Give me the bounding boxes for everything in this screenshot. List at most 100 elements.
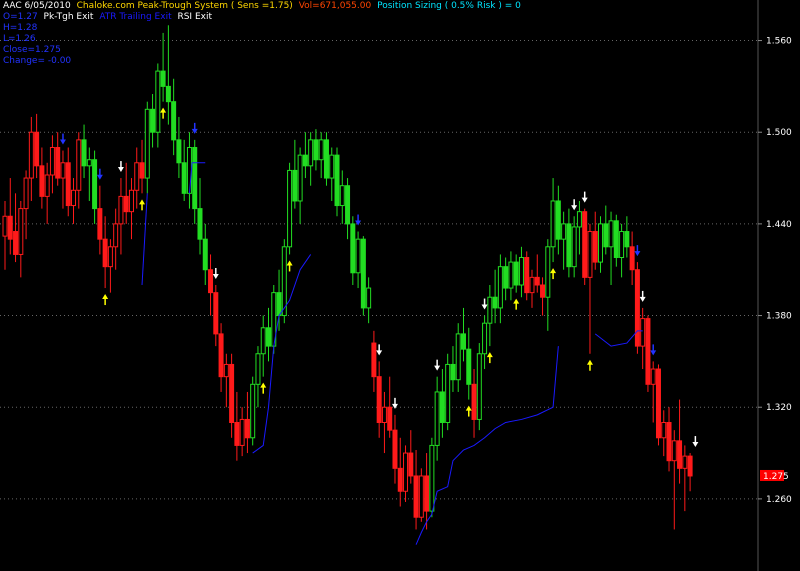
y-tick-label: 1.380 <box>766 312 792 322</box>
candle-body <box>102 238 108 268</box>
candle <box>582 208 588 285</box>
candle-body <box>518 257 524 286</box>
candle-body <box>334 154 340 207</box>
candle-body <box>165 85 171 103</box>
candle-body <box>176 139 182 164</box>
candle-body <box>455 333 461 381</box>
candle-body <box>381 406 387 424</box>
candle <box>418 468 424 522</box>
candle-body <box>529 276 535 294</box>
price-chart: 1.560 1.500 1.440 1.380 1.320 1.260 1.275 <box>0 0 800 571</box>
atr-trailing-exit-legend: ATR Trailing Exit <box>99 12 172 22</box>
change-label: Change= -0.00 <box>3 56 72 66</box>
candle-body <box>23 177 29 210</box>
y-tick-label: 1.560 <box>766 37 792 47</box>
candle-body <box>387 406 393 431</box>
candle-body <box>250 383 256 439</box>
candle-body <box>634 269 640 347</box>
candle-body <box>603 223 609 248</box>
candle-body <box>255 353 261 385</box>
candle-body <box>49 147 55 176</box>
candle-body <box>524 257 530 294</box>
close-label: Close=1.275 <box>3 45 61 55</box>
candle-body <box>534 276 540 286</box>
candle-body <box>466 348 472 385</box>
candle-body <box>13 231 19 255</box>
candle-body <box>655 368 661 439</box>
open-label: O=1.27 <box>3 12 38 22</box>
candle-body <box>81 139 87 167</box>
candle-body <box>150 108 156 133</box>
candle-body <box>71 189 77 207</box>
candle <box>445 353 451 431</box>
candle-body <box>545 246 551 298</box>
candle-body <box>34 131 40 167</box>
candle-body <box>197 208 203 240</box>
candle-body <box>608 220 614 248</box>
candle-body <box>171 101 177 141</box>
header-line-1: AAC 6/05/2010 Chaloke.com Peak-Trough Sy… <box>3 1 525 12</box>
candle-body <box>671 440 677 462</box>
candle-body <box>92 159 98 210</box>
candle-body <box>561 223 567 240</box>
candle-body <box>666 422 672 462</box>
candle-body <box>160 70 166 87</box>
candle-body <box>540 284 546 298</box>
candle-body <box>566 223 572 268</box>
candle-body <box>476 353 482 420</box>
candle-body <box>7 215 13 240</box>
peak-trough-exit-legend: Pk-Tgh Exit <box>43 12 94 22</box>
candle-body <box>629 246 635 271</box>
candle-body <box>460 333 466 350</box>
candle-body <box>313 139 319 161</box>
candle-body <box>513 261 519 286</box>
candle-body <box>208 269 214 294</box>
candle-body <box>113 223 119 248</box>
candle-body <box>403 452 409 492</box>
candle <box>634 262 640 354</box>
candle-body <box>155 70 161 133</box>
candle-body <box>613 220 619 258</box>
candle-body <box>345 185 351 225</box>
y-tick-label: 1.260 <box>766 495 792 505</box>
candle-body <box>418 475 424 518</box>
ohlc-readout: H=1.28 L=1.26 Close=1.275 Change= -0.00 <box>3 23 71 67</box>
candle-body <box>144 108 150 179</box>
position-sizing-label: Position Sizing ( 0.5% Risk ) = 0 <box>377 1 521 11</box>
candle-body <box>592 231 598 263</box>
candle-body <box>624 231 630 248</box>
candle-body <box>276 292 282 317</box>
candle-body <box>76 139 82 191</box>
candle-body <box>497 266 503 309</box>
volume-label: Vol=671,055.00 <box>298 1 372 11</box>
candle-body <box>503 266 509 289</box>
header-line-2: O=1.27 Pk-Tgh Exit ATR Trailing Exit RSI… <box>3 12 216 23</box>
candle <box>655 364 661 446</box>
candle-body <box>429 444 435 512</box>
candle <box>429 437 435 518</box>
candle-body <box>308 139 314 167</box>
candle <box>645 315 651 392</box>
candle-body <box>682 455 688 469</box>
candle-body <box>598 223 604 263</box>
candle-body <box>434 391 440 446</box>
candle-body <box>371 342 377 378</box>
candle-body <box>408 452 414 477</box>
candle-body <box>492 296 498 309</box>
candle-body <box>118 195 124 225</box>
candle-body <box>355 238 361 274</box>
low-label: L=1.26 <box>3 34 36 44</box>
candle-body <box>234 422 240 446</box>
candle-body <box>650 368 656 385</box>
candle-body <box>329 154 335 179</box>
candle-body <box>619 231 625 258</box>
y-tick-label: 1.500 <box>766 128 792 138</box>
candle-body <box>123 195 129 213</box>
candle-body <box>439 391 445 424</box>
candle-body <box>350 223 356 274</box>
y-tick-label: 1.320 <box>766 403 792 413</box>
candle-body <box>450 363 456 381</box>
candle-body <box>18 208 24 255</box>
candle-body <box>392 429 398 469</box>
y-tick-label: 1.440 <box>766 220 792 230</box>
